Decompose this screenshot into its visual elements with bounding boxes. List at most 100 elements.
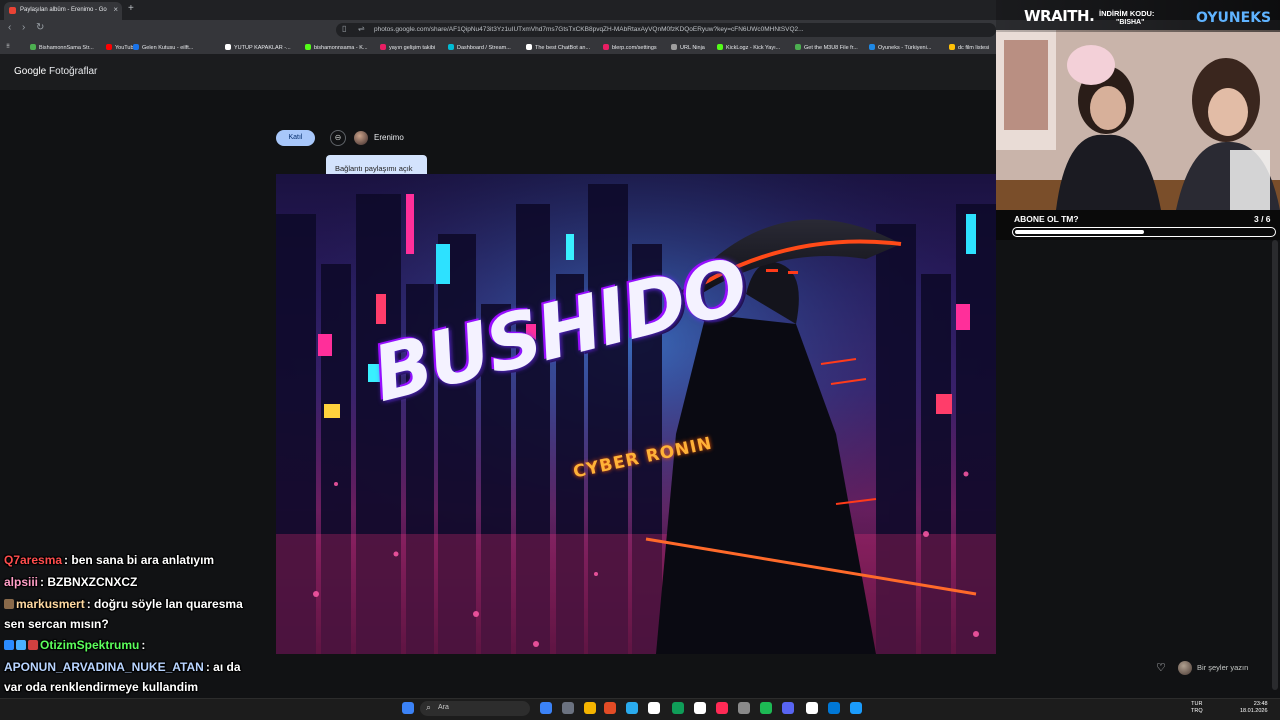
- chat-username: alpsiii: [4, 575, 39, 589]
- bookmark-item[interactable]: bishamonnsama - K...: [305, 44, 368, 51]
- logo-product: Fotoğraflar: [49, 66, 98, 77]
- lang-bottom: TRQ: [1191, 708, 1203, 714]
- new-tab-button[interactable]: +: [128, 3, 134, 14]
- commenter-avatar: [1178, 661, 1192, 675]
- bookmark-item[interactable]: The best ChatBot an...: [526, 44, 590, 51]
- browser-tab[interactable]: Paylaşılan albüm - Erenimo - Go ×: [4, 2, 122, 20]
- apps-grid-icon[interactable]: ⠿: [6, 44, 10, 50]
- bookmark-item[interactable]: KickLogz - Kick Yayı...: [717, 44, 780, 51]
- taskbar-app-icon[interactable]: [672, 702, 684, 714]
- webcam-image: [996, 30, 1280, 210]
- taskbar-app-icon[interactable]: [694, 702, 706, 714]
- clock[interactable]: 23:48 18.01.2026: [1240, 701, 1268, 715]
- photos-header: [0, 54, 996, 90]
- bookmark-favicon-icon: [30, 44, 36, 50]
- tab-title: Paylaşılan albüm - Erenimo - Go: [20, 7, 107, 13]
- chat-message: markusmert: doğru söyle lan quaresma: [4, 597, 243, 611]
- bookmark-label: URL Ninja: [680, 45, 705, 51]
- google-photos-logo[interactable]: Google Fotoğraflar: [14, 66, 97, 77]
- chat-text: var oda renklendirmeye kullandim: [4, 680, 199, 694]
- comment-input[interactable]: Bir şeyler yazın: [1197, 663, 1248, 672]
- bookmark-item[interactable]: Dashboard / Stream...: [448, 44, 511, 51]
- bookmark-favicon-icon: [949, 44, 955, 50]
- bookmark-item[interactable]: blerp.com/settings: [603, 44, 657, 51]
- bookmark-favicon-icon: [225, 44, 231, 50]
- chat-badge-icon: [4, 599, 14, 609]
- bookmark-label: Dashboard / Stream...: [457, 45, 511, 51]
- taskbar-app-icon[interactable]: [562, 702, 574, 714]
- bookmark-item[interactable]: BishamonnSama Str...: [30, 44, 94, 51]
- sub-goal-label: ABONE OL TM?: [1014, 214, 1079, 224]
- taskbar-app-icon[interactable]: [716, 702, 728, 714]
- windows-start-icon[interactable]: [402, 702, 414, 714]
- address-bar[interactable]: ▯ ⇌ photos.google.com/share/AF1QipNu473i…: [336, 23, 996, 37]
- forward-arrow-icon[interactable]: ›: [22, 22, 25, 33]
- reload-icon[interactable]: ↻: [36, 22, 44, 33]
- bookmark-label: blerp.com/settings: [612, 45, 657, 51]
- chat-text: sen sercan mısın?: [4, 617, 109, 631]
- taskbar-app-icon[interactable]: [648, 702, 660, 714]
- windows-taskbar: [0, 698, 1280, 720]
- chat-text: :: [141, 638, 146, 652]
- bookmark-label: yayın gelişim takibi: [389, 45, 436, 51]
- taskbar-search[interactable]: ⌕ Ara: [420, 701, 530, 716]
- taskbar-app-icon[interactable]: [760, 702, 772, 714]
- bookmark-item[interactable]: Get the M3U8 File fr...: [795, 44, 858, 51]
- taskbar-app-icon[interactable]: [828, 702, 840, 714]
- taskbar-app-icon[interactable]: [850, 702, 862, 714]
- owner-avatar[interactable]: [354, 131, 368, 145]
- sub-goal-progress-fill: [1015, 230, 1144, 234]
- bookmark-favicon-icon: [106, 44, 112, 50]
- link-sharing-icon[interactable]: ⊖: [330, 130, 346, 146]
- owner-name: Erenimo: [374, 133, 404, 142]
- chat-badge-icon: [16, 640, 26, 650]
- back-arrow-icon[interactable]: ‹: [8, 22, 11, 33]
- bookmark-favicon-icon: [448, 44, 454, 50]
- chat-text: : ben sana bi ara anlatıyım: [64, 553, 215, 567]
- bookmark-label: Get the M3U8 File fr...: [804, 45, 858, 51]
- scrollbar[interactable]: [1272, 240, 1278, 690]
- heart-icon[interactable]: ♡: [1156, 661, 1166, 674]
- site-info-icon[interactable]: ⇌: [358, 24, 365, 33]
- chat-text: : doğru söyle lan quaresma: [86, 597, 243, 611]
- taskbar-app-icon[interactable]: [806, 702, 818, 714]
- bookmark-item[interactable]: Gelen Kutusu - eilft...: [133, 44, 193, 51]
- join-button[interactable]: Katıl: [276, 130, 315, 146]
- taskbar-app-icon[interactable]: [626, 702, 638, 714]
- taskbar-app-icon[interactable]: [540, 702, 552, 714]
- bookmark-favicon-icon: [671, 44, 677, 50]
- bookmark-item[interactable]: YUTUP KAPAKLAR -...: [225, 44, 291, 51]
- photos-info-panel: [996, 240, 1280, 698]
- clock-date: 18.01.2026: [1240, 708, 1268, 714]
- bookmark-favicon-icon: [305, 44, 311, 50]
- close-tab-icon[interactable]: ×: [113, 5, 118, 14]
- bookmark-label: KickLogz - Kick Yayı...: [726, 45, 781, 51]
- taskbar-app-icon[interactable]: [782, 702, 794, 714]
- google-photos-favicon-icon: [9, 7, 16, 14]
- bookmark-item[interactable]: Oyuneks - Türkiyeni...: [869, 44, 931, 51]
- taskbar-app-icon[interactable]: [584, 702, 596, 714]
- bookmark-item[interactable]: URL Ninja: [671, 44, 705, 51]
- bookmark-item[interactable]: dc film listesi: [949, 44, 989, 51]
- bookmark-favicon-icon: [869, 44, 875, 50]
- lang-top: TUR: [1191, 701, 1203, 707]
- bookmark-icon[interactable]: ▯: [342, 24, 346, 33]
- promo-code: "BISHA": [1116, 19, 1145, 26]
- bookmarks-bar: ⠿ BishamonnSama Str... YouTube Gelen Kutus…: [0, 40, 1000, 54]
- chat-message: APONUN_ARVADINA_NUKE_ATAN: aı da: [4, 660, 241, 674]
- language-indicator[interactable]: TUR TRQ: [1191, 701, 1203, 715]
- chat-username: markusmert: [16, 597, 85, 611]
- taskbar-app-icon[interactable]: [604, 702, 616, 714]
- bookmark-favicon-icon: [133, 44, 139, 50]
- bookmark-favicon-icon: [380, 44, 386, 50]
- bookmark-item[interactable]: yayın gelişim takibi: [380, 44, 435, 51]
- taskbar-app-icon[interactable]: [738, 702, 750, 714]
- chat-username: APONUN_ARVADINA_NUKE_ATAN: [4, 660, 204, 674]
- bookmark-label: Gelen Kutusu - eilft...: [142, 45, 194, 51]
- chat-message: OtizimSpektrumu:: [4, 638, 145, 652]
- bookmark-label: BishamonnSama Str...: [39, 45, 94, 51]
- bookmark-favicon-icon: [526, 44, 532, 50]
- url-text: photos.google.com/share/AF1QipNu473it3Yz…: [374, 26, 804, 33]
- logo-google: Google: [14, 66, 47, 77]
- clock-time: 23:48: [1253, 701, 1268, 707]
